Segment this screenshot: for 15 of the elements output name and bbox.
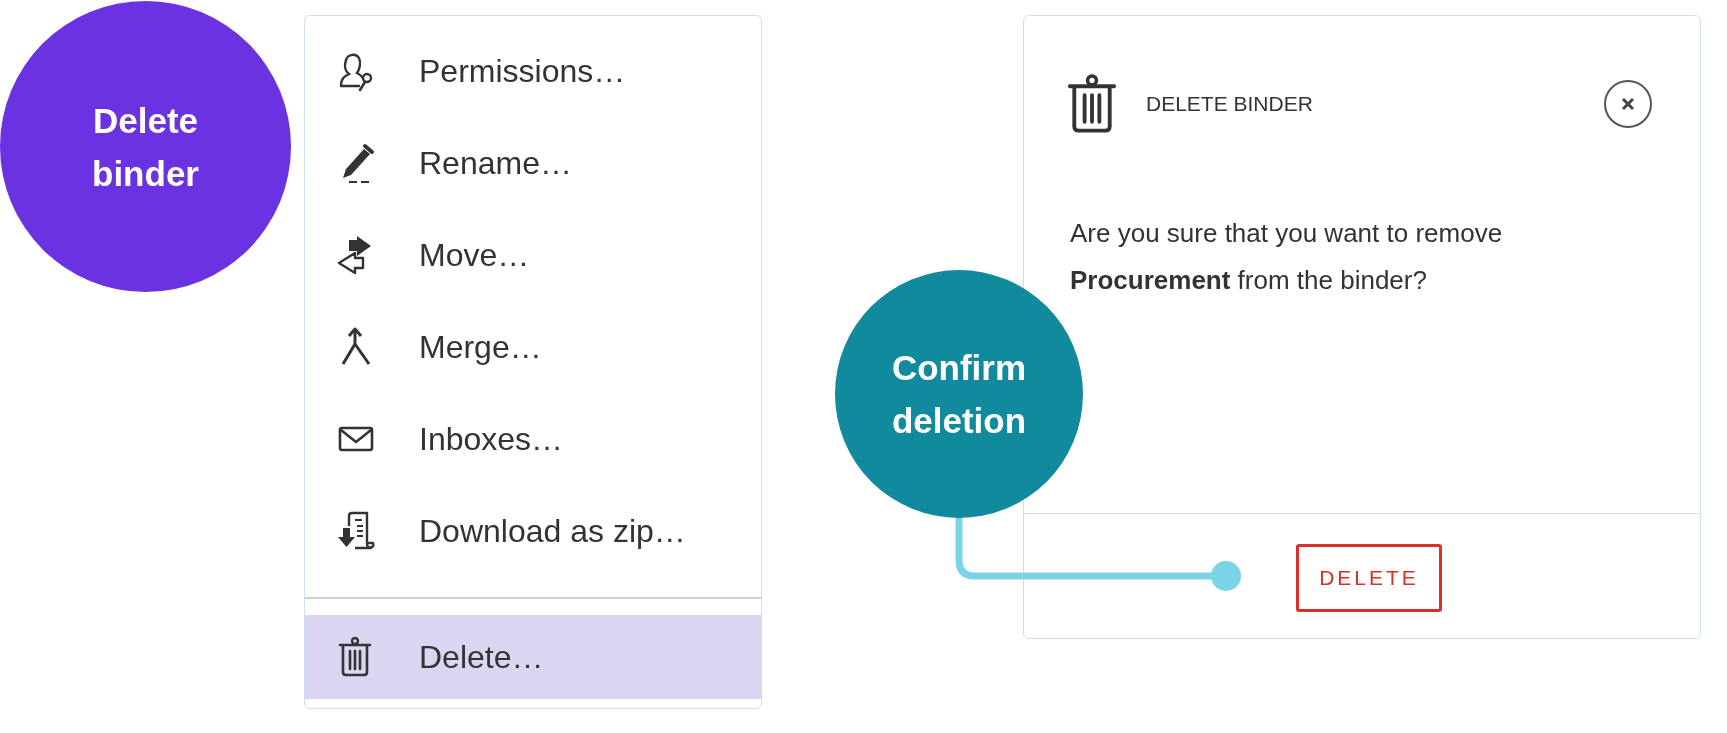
download-document-icon: [335, 510, 377, 552]
menu-item[interactable]: Download as zip…: [305, 485, 761, 577]
menu-item[interactable]: Inboxes…: [305, 393, 761, 485]
callout-label: Confirm deletion: [890, 347, 1028, 442]
menu-item[interactable]: Permissions…: [305, 25, 761, 117]
dialog-message: Are you sure that you want to remove Procurement from the binder?: [1070, 217, 1504, 297]
close-icon: [1621, 97, 1635, 111]
dialog-title: DELETE BINDER: [1146, 92, 1314, 116]
menu-item[interactable]: Merge…: [305, 301, 761, 393]
menu-item[interactable]: Move…: [305, 209, 761, 301]
menu-item[interactable]: Delete…: [305, 615, 761, 699]
menu-item[interactable]: Rename…: [305, 117, 761, 209]
close-button[interactable]: [1604, 80, 1652, 128]
callout-label: Delete binder: [91, 99, 200, 195]
delete-button[interactable]: DELETE: [1296, 544, 1442, 612]
